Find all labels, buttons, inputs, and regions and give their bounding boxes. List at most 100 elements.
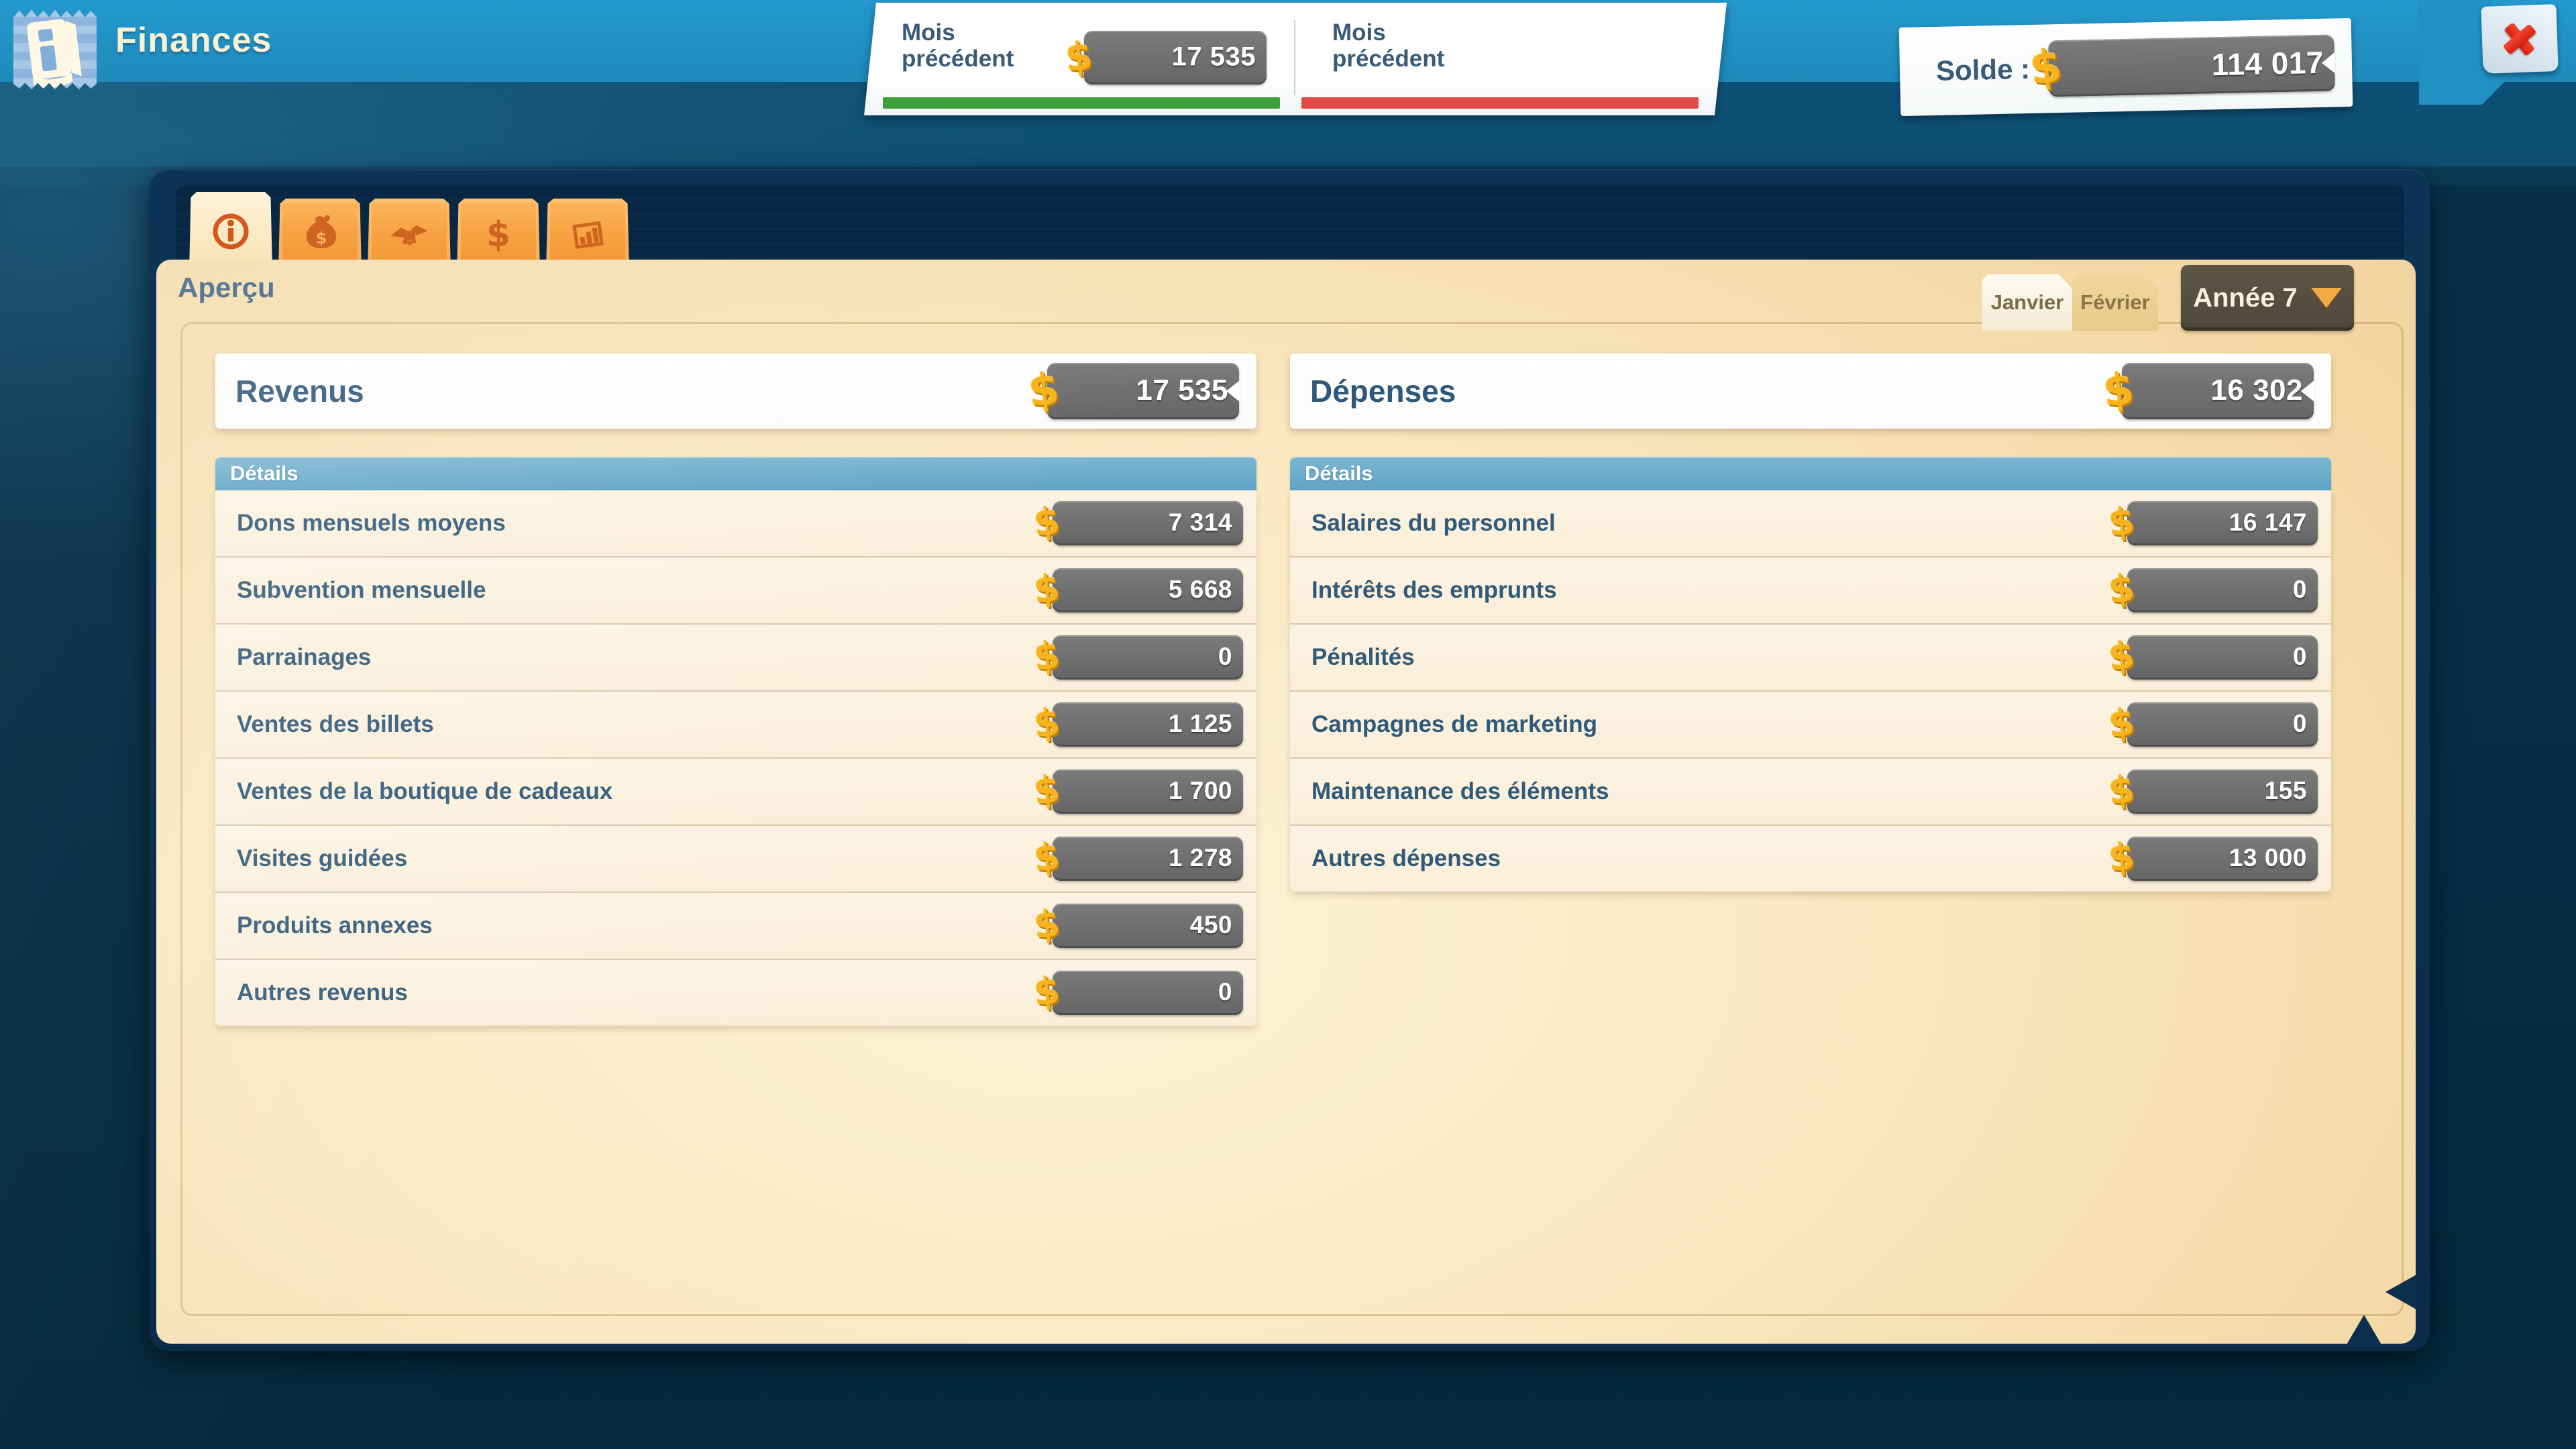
- month-tab-fevrier[interactable]: Février: [2072, 274, 2158, 331]
- dollar-icon: $: [1026, 363, 1062, 417]
- dollar-icon: $: [1032, 499, 1063, 545]
- dollar-icon: $: [1032, 700, 1063, 747]
- row-label: Visites guidées: [237, 845, 407, 872]
- table-row: Maintenance des éléments155$: [1290, 759, 2331, 826]
- money-value: 17 535: [1172, 42, 1256, 72]
- finances-window: $ $: [149, 169, 2430, 1351]
- table-row: Intérêts des emprunts0$: [1290, 557, 2331, 625]
- row-label: Subvention mensuelle: [237, 577, 486, 604]
- dollar-icon: $: [2106, 499, 2137, 545]
- svg-text:$: $: [486, 215, 511, 255]
- dollar-icon: $: [2106, 700, 2137, 747]
- table-row: Campagnes de marketing0$: [1290, 692, 2331, 759]
- money-value: 0: [2293, 710, 2307, 738]
- close-button[interactable]: [2481, 4, 2558, 74]
- year-dropdown-label: Année 7: [2193, 283, 2298, 313]
- prev-month-expense-label: Mois précédent: [1332, 20, 1444, 72]
- expenses-table: Salaires du personnel16 147$ Intérêts des…: [1290, 490, 2331, 892]
- table-row: Ventes de la boutique de cadeaux 1 700$: [215, 759, 1256, 826]
- row-label: Maintenance des éléments: [1311, 778, 1609, 805]
- money-badge: 13 000$: [2110, 837, 2318, 881]
- money-value: 0: [2293, 643, 2307, 671]
- table-row: Pénalités0$: [1290, 625, 2331, 692]
- money-value: 0: [1218, 978, 1232, 1006]
- dollar-icon: $: [2106, 835, 2137, 881]
- dollar-icon: $: [2100, 363, 2137, 417]
- resize-grip[interactable]: [2385, 1274, 2418, 1310]
- revenues-table: Dons mensuels moyens7 314$Subvention men…: [215, 490, 1256, 1026]
- bar-chart-icon: [566, 213, 609, 256]
- money-badge: 17 535 $: [1067, 31, 1267, 85]
- income-underline-bar: [883, 97, 1280, 109]
- pill-notch: [2322, 52, 2336, 73]
- money-badge: 16 147$: [2110, 501, 2318, 545]
- table-row: Salaires du personnel16 147$: [1290, 490, 2331, 557]
- money-value: 0: [2293, 576, 2307, 604]
- dollar-icon: $: [1032, 969, 1063, 1015]
- card-title: Dépenses: [1310, 373, 1456, 409]
- row-label: Ventes des billets: [237, 711, 434, 738]
- dollar-icon: $: [1032, 633, 1063, 680]
- money-badge: 0$: [2110, 702, 2318, 747]
- row-label: Intérêts des emprunts: [1311, 577, 1557, 604]
- table-row: Autres dépenses13 000$: [1290, 826, 2331, 892]
- money-value: 1 125: [1169, 710, 1232, 738]
- balance-label: Solde :: [1936, 53, 2031, 87]
- dollar-icon: $: [2106, 767, 2137, 814]
- money-badge: 0$: [1035, 971, 1243, 1015]
- svg-text:$: $: [316, 229, 327, 248]
- money-bag-icon: $: [299, 213, 341, 256]
- table-row: Produits annexes 450 $: [215, 893, 1256, 960]
- row-label: Parrainages: [237, 644, 371, 671]
- summary-banner: Mois précédent 17 535 $ Mois précédent -…: [864, 3, 1727, 115]
- app-title: Finances: [115, 20, 272, 60]
- dollar-icon: $: [1032, 566, 1063, 612]
- table-row: Subvention mensuelle 5 668$: [215, 557, 1256, 625]
- table-row: Visites guidées 1 278$: [215, 826, 1256, 893]
- money-badge: 5 668$: [1035, 568, 1243, 612]
- period-selector: Janvier Février Année 7: [1982, 265, 2354, 331]
- money-badge: 17 535 $: [1030, 363, 1239, 419]
- money-badge: 155$: [2110, 769, 2318, 814]
- money-badge: 1 125 $: [1035, 702, 1243, 747]
- row-label: Pénalités: [1311, 644, 1415, 671]
- pill-notch: [1226, 380, 1240, 402]
- revenues-column: Revenus 17 535 $ Détails Dons mensuels m…: [215, 354, 1256, 429]
- dollar-icon: $: [1063, 33, 1095, 81]
- money-badge: 1 278$: [1035, 837, 1243, 881]
- money-badge: 0$: [2110, 568, 2318, 612]
- row-label: Ventes de la boutique de cadeaux: [237, 778, 612, 805]
- money-value: 155: [2265, 777, 2307, 805]
- close-icon: [2500, 19, 2540, 60]
- balance-box: Solde : 114 017 $: [1899, 18, 2353, 116]
- info-icon: [209, 210, 252, 253]
- caret-down-icon: [2311, 288, 2342, 308]
- money-value: 16 302: [2210, 374, 2303, 407]
- money-badge: 1 700$: [1035, 769, 1243, 814]
- expense-underline-bar: [1301, 97, 1699, 109]
- row-label: Autres dépenses: [1311, 845, 1501, 872]
- row-label: Autres revenus: [237, 979, 408, 1006]
- ledger-book-icon: [13, 8, 97, 91]
- money-badge: 7 314$: [1035, 501, 1243, 545]
- revenues-card: Revenus 17 535 $: [215, 354, 1256, 429]
- details-header: Détails: [1290, 457, 2331, 490]
- card-title: Revenus: [235, 373, 364, 409]
- money-value: 0: [1218, 643, 1232, 671]
- row-label: Produits annexes: [237, 912, 433, 939]
- pill-notch: [2301, 380, 2314, 402]
- row-label: Campagnes de marketing: [1311, 711, 1597, 738]
- page-title: Aperçu: [178, 272, 275, 304]
- dollar-icon: $: [1032, 767, 1063, 814]
- table-row: Dons mensuels moyens7 314$: [215, 490, 1256, 557]
- year-dropdown[interactable]: Année 7: [2181, 265, 2354, 331]
- finances-logo-icon: [13, 8, 97, 91]
- dollar-icon: $: [2027, 40, 2065, 96]
- dollar-icon: $: [1032, 902, 1063, 948]
- dollar-icon: $: [477, 213, 520, 256]
- dollar-icon: $: [2106, 566, 2137, 612]
- month-tab-janvier[interactable]: Janvier: [1982, 274, 2072, 331]
- money-value: 13 000: [2229, 844, 2307, 872]
- resize-grip[interactable]: [2346, 1315, 2382, 1346]
- money-value: 450: [1190, 911, 1232, 939]
